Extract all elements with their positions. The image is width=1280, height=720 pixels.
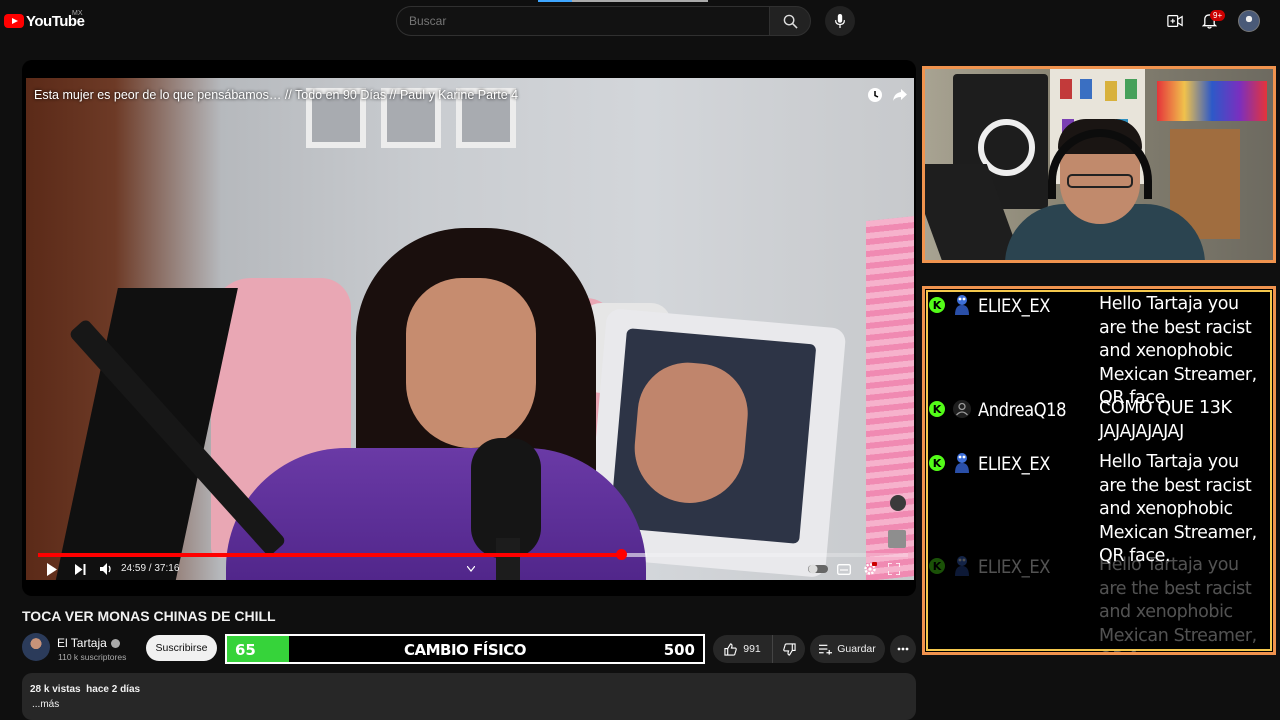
channel-name[interactable]: El Tartaja	[57, 636, 107, 650]
chat-text: Hello Tartaja you are the best racist an…	[1099, 452, 1257, 566]
chapter-chevron[interactable]	[464, 561, 478, 577]
subscribe-button[interactable]: Suscribirse	[146, 635, 217, 661]
channel-name-row[interactable]: El Tartaja	[57, 636, 120, 650]
volume-icon	[99, 563, 111, 575]
goal-label: CAMBIO FÍSICO	[403, 641, 527, 659]
search-icon	[783, 14, 798, 29]
chat-text: COMO QUE 13K JAJAJAJAJAJ	[1099, 398, 1232, 442]
progress-played	[38, 553, 621, 557]
dislike-button[interactable]	[773, 635, 805, 663]
views-and-date: 28 k vistas hace 2 días	[30, 684, 141, 695]
kick-icon: K	[929, 455, 945, 471]
purple-jacket	[226, 448, 646, 580]
fullscreen-button[interactable]	[886, 561, 902, 577]
default-user-icon	[952, 398, 972, 420]
chat-username: AndreaQ18	[978, 399, 1067, 421]
share-icon	[893, 89, 907, 101]
share-button[interactable]	[891, 86, 909, 104]
microphone-icon	[835, 14, 845, 28]
goal-progress-bar: 65 CAMBIO FÍSICO 500	[225, 634, 705, 664]
chevron-down-icon	[467, 566, 475, 572]
playlist-add-icon	[819, 644, 833, 655]
chat-text: Hello Tartaja you are the best racist an…	[1099, 294, 1257, 408]
play-icon	[47, 562, 57, 576]
skip-next-icon	[74, 563, 85, 575]
subtitles-button[interactable]	[836, 561, 852, 577]
goal-target: 500	[663, 641, 695, 659]
microphone-stand	[496, 538, 520, 580]
video-frame[interactable]	[26, 78, 914, 580]
youtube-logo[interactable]: YouTube MX	[4, 10, 85, 31]
scrubber-handle[interactable]	[615, 549, 627, 560]
figure-collection	[1157, 81, 1267, 121]
voice-search-button[interactable]	[825, 6, 855, 36]
gear-icon	[864, 562, 877, 575]
video-heading: TOCA VER MONAS CHINAS DE CHILL	[22, 608, 276, 624]
top-bar: YouTube MX 9+	[0, 0, 1280, 44]
chat-username: ELIEX_EX	[978, 453, 1051, 475]
create-video-icon	[1167, 15, 1183, 27]
pink-crate	[866, 214, 914, 580]
progress-bar[interactable]	[38, 549, 908, 560]
settings-button[interactable]	[861, 561, 879, 577]
like-count: 991	[743, 643, 761, 655]
subscriber-count: 110 k suscriptores	[58, 652, 127, 662]
account-avatar[interactable]	[1238, 10, 1260, 32]
kick-icon: K	[929, 558, 945, 574]
blue-gif-avatar-icon	[952, 294, 972, 316]
save-label: Guardar	[837, 643, 876, 655]
chat-text: Hello Tartaja you are the best racist an…	[1099, 555, 1257, 652]
like-dislike-group: 991	[713, 635, 805, 663]
video-player[interactable]	[22, 60, 916, 596]
show-more-link[interactable]: ...más	[32, 699, 59, 710]
notification-count-badge: 9+	[1210, 10, 1226, 21]
channel-thumbnail-overlay[interactable]	[888, 530, 906, 548]
thumbs-up-icon	[724, 642, 738, 656]
autoplay-toggle-icon	[808, 564, 828, 574]
more-horizontal-icon	[897, 647, 909, 651]
loading-bar	[538, 0, 708, 2]
chat-overlay: K ELIEX_EX Hello Tartaja you are the bes…	[922, 286, 1276, 655]
save-button[interactable]: Guardar	[810, 635, 885, 663]
kick-icon: K	[929, 401, 945, 417]
logo-country-code: MX	[72, 10, 83, 17]
create-button[interactable]	[1164, 10, 1186, 32]
search-bar	[396, 6, 811, 36]
more-actions-button[interactable]	[890, 635, 916, 663]
verified-badge-icon	[110, 638, 120, 648]
search-input[interactable]	[396, 6, 770, 36]
blue-gif-avatar-icon	[952, 555, 972, 577]
glasses	[1067, 174, 1133, 188]
blue-gif-avatar-icon	[952, 452, 972, 474]
video-title-overlay[interactable]: Esta mujer es peor de lo que pensábamos……	[34, 88, 518, 102]
like-button[interactable]: 991	[713, 635, 773, 663]
autoplay-toggle[interactable]	[808, 561, 828, 577]
volume-button[interactable]	[97, 561, 115, 577]
fullscreen-icon	[888, 563, 900, 575]
time-display: 24:59 / 37:16	[121, 563, 180, 574]
woman-face	[406, 278, 536, 448]
clock-icon	[868, 88, 882, 102]
streamer-webcam	[922, 66, 1276, 263]
play-button[interactable]	[44, 561, 60, 577]
chat-username: ELIEX_EX	[978, 295, 1051, 317]
search-button[interactable]	[769, 6, 811, 36]
kick-icon: K	[929, 297, 945, 313]
thumbs-down-icon	[782, 642, 796, 656]
subtitles-icon	[837, 563, 851, 575]
description-box[interactable]: 28 k vistas hace 2 días ...más	[22, 673, 916, 720]
youtube-play-icon	[4, 14, 24, 28]
notification-lock-icon	[890, 495, 906, 511]
watch-later-button[interactable]	[866, 86, 884, 104]
chat-username: ELIEX_EX	[978, 556, 1051, 578]
channel-avatar[interactable]	[22, 633, 50, 661]
next-button[interactable]	[72, 561, 88, 577]
